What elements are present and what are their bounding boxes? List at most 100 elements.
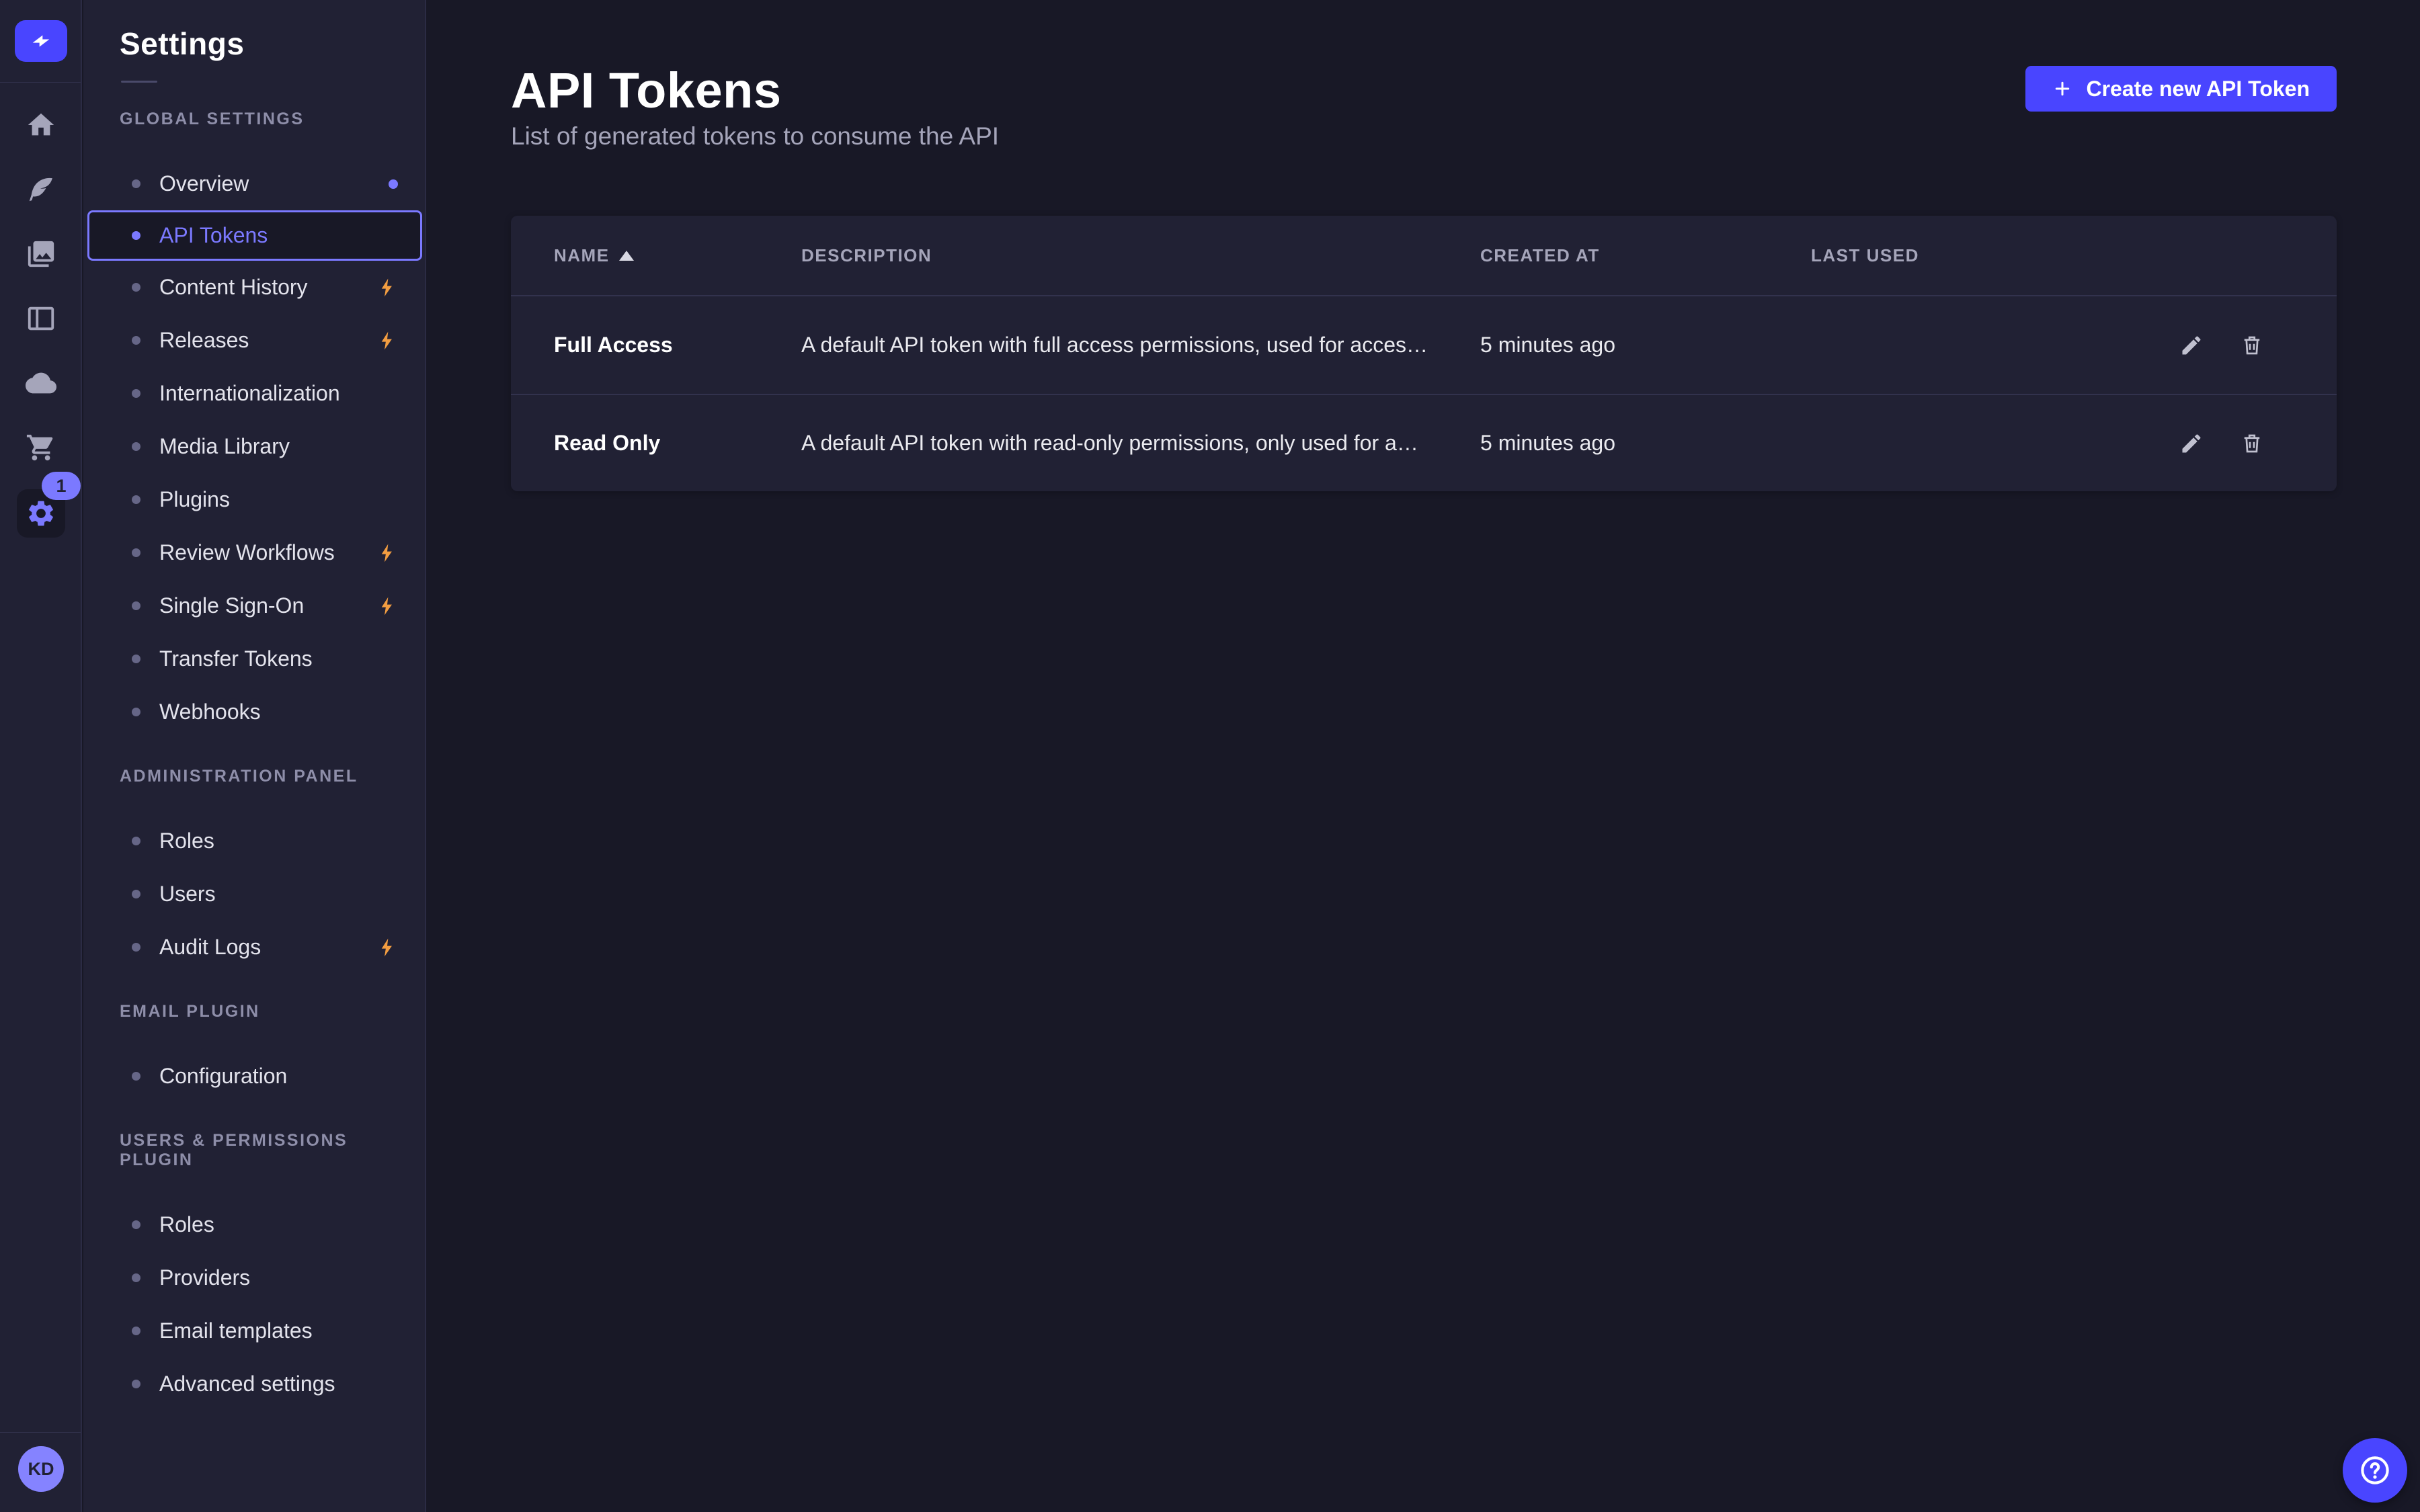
home-icon xyxy=(26,110,56,140)
bullet-icon xyxy=(132,1327,140,1335)
api-tokens-table: NAME DESCRIPTION CREATED AT LAST USED Fu… xyxy=(511,216,2337,491)
lightning-icon xyxy=(376,595,398,617)
section-users-permissions-plugin: USERS & PERMISSIONS PLUGIN xyxy=(120,1131,425,1170)
token-created-at: 5 minutes ago xyxy=(1480,333,1811,358)
user-avatar[interactable]: KD xyxy=(18,1446,64,1492)
sidebar-item-content-history[interactable]: Content History xyxy=(83,261,425,314)
delete-token-button[interactable] xyxy=(2237,331,2267,360)
sidebar-item-api-tokens[interactable]: API Tokens xyxy=(87,210,422,261)
images-icon xyxy=(26,239,56,269)
strapi-admin-app: 1 KD Settings GLOBAL SETTINGS Overview A… xyxy=(0,0,2420,1512)
bullet-icon xyxy=(132,890,140,898)
column-header-created-at: CREATED AT xyxy=(1480,245,1811,266)
table-header-row: NAME DESCRIPTION CREATED AT LAST USED xyxy=(511,216,2337,296)
sidebar-item-providers[interactable]: Providers xyxy=(83,1251,425,1304)
sidebar-title-divider xyxy=(121,81,157,83)
bullet-icon xyxy=(132,837,140,845)
bullet-icon xyxy=(132,1072,140,1081)
cloud-nav-button[interactable] xyxy=(0,351,82,415)
sidebar-item-overview[interactable]: Overview xyxy=(83,157,425,210)
rail-divider xyxy=(0,82,81,83)
marketplace-nav-button[interactable] xyxy=(0,415,82,480)
sidebar-item-label: Advanced settings xyxy=(159,1372,335,1396)
sidebar-title: Settings xyxy=(120,26,425,62)
bullet-icon xyxy=(132,495,140,504)
gear-icon xyxy=(26,498,56,529)
sidebar-item-webhooks[interactable]: Webhooks xyxy=(83,685,425,739)
bullet-icon xyxy=(132,1273,140,1282)
media-library-nav-button[interactable] xyxy=(0,222,82,286)
plus-icon xyxy=(2052,79,2072,99)
bullet-icon xyxy=(132,179,140,188)
trash-icon xyxy=(2240,431,2264,456)
rail-divider xyxy=(0,1432,81,1433)
sidebar-item-label: Configuration xyxy=(159,1064,287,1089)
help-button[interactable] xyxy=(2343,1438,2407,1503)
sidebar-item-label: Audit Logs xyxy=(159,935,261,960)
sidebar-item-label: Internationalization xyxy=(159,381,340,406)
lightning-icon xyxy=(376,277,398,298)
sidebar-item-plugins[interactable]: Plugins xyxy=(83,473,425,526)
delete-token-button[interactable] xyxy=(2237,429,2267,458)
strapi-logo[interactable] xyxy=(15,20,67,62)
content-manager-nav-button[interactable] xyxy=(0,157,82,222)
column-header-description: DESCRIPTION xyxy=(801,245,1480,266)
sidebar-item-label: Users xyxy=(159,882,216,907)
settings-nav-button[interactable]: 1 xyxy=(0,480,82,547)
sidebar-item-label: Roles xyxy=(159,829,214,853)
sidebar-item-configuration[interactable]: Configuration xyxy=(83,1050,425,1103)
row-actions xyxy=(2166,429,2267,458)
sidebar-item-roles-admin[interactable]: Roles xyxy=(83,814,425,868)
sidebar-item-email-templates[interactable]: Email templates xyxy=(83,1304,425,1357)
edit-token-button[interactable] xyxy=(2177,331,2206,360)
bullet-icon xyxy=(132,655,140,663)
row-actions xyxy=(2166,331,2267,360)
sidebar-item-advanced-settings[interactable]: Advanced settings xyxy=(83,1357,425,1411)
rail-icon-list: 1 xyxy=(0,93,82,547)
content-type-builder-nav-button[interactable] xyxy=(0,286,82,351)
sidebar-item-media-library[interactable]: Media Library xyxy=(83,420,425,473)
create-api-token-button[interactable]: Create new API Token xyxy=(2025,66,2337,112)
sidebar-item-roles-up[interactable]: Roles xyxy=(83,1198,425,1251)
feather-icon xyxy=(26,174,56,205)
token-name: Read Only xyxy=(554,431,801,456)
sidebar-item-label: Providers xyxy=(159,1265,250,1290)
sidebar-item-releases[interactable]: Releases xyxy=(83,314,425,367)
sidebar-item-label: Transfer Tokens xyxy=(159,646,313,671)
sidebar-item-review-workflows[interactable]: Review Workflows xyxy=(83,526,425,579)
token-created-at: 5 minutes ago xyxy=(1480,431,1811,456)
bullet-icon xyxy=(132,708,140,716)
edit-token-button[interactable] xyxy=(2177,429,2206,458)
bullet-icon xyxy=(132,442,140,451)
main-nav-rail: 1 KD xyxy=(0,0,82,1512)
table-row-full-access[interactable]: Full Access A default API token with ful… xyxy=(511,296,2337,394)
token-name: Full Access xyxy=(554,333,801,358)
question-mark-icon xyxy=(2357,1453,2392,1488)
page-subtitle: List of generated tokens to consume the … xyxy=(511,122,999,151)
sidebar-item-label: Releases xyxy=(159,328,249,353)
bullet-icon xyxy=(132,601,140,610)
page-title: API Tokens xyxy=(511,62,782,119)
bullet-icon xyxy=(132,336,140,345)
bullet-icon xyxy=(132,283,140,292)
home-nav-button[interactable] xyxy=(0,93,82,157)
sidebar-item-transfer-tokens[interactable]: Transfer Tokens xyxy=(83,632,425,685)
sidebar-item-internationalization[interactable]: Internationalization xyxy=(83,367,425,420)
sidebar-item-single-sign-on[interactable]: Single Sign-On xyxy=(83,579,425,632)
main-content: API Tokens List of generated tokens to c… xyxy=(428,0,2420,1512)
table-row-read-only[interactable]: Read Only A default API token with read-… xyxy=(511,394,2337,491)
bullet-icon xyxy=(132,231,140,240)
bullet-icon xyxy=(132,389,140,398)
sidebar-item-label: Webhooks xyxy=(159,700,261,724)
trash-icon xyxy=(2240,333,2264,358)
section-global-settings: GLOBAL SETTINGS xyxy=(120,110,425,129)
sidebar-item-audit-logs[interactable]: Audit Logs xyxy=(83,921,425,974)
column-header-name[interactable]: NAME xyxy=(554,245,801,266)
sidebar-item-label: Review Workflows xyxy=(159,540,335,565)
bullet-icon xyxy=(132,548,140,557)
sidebar-item-users[interactable]: Users xyxy=(83,868,425,921)
lightning-icon xyxy=(376,937,398,958)
section-email-plugin: EMAIL PLUGIN xyxy=(120,1002,425,1021)
column-header-last-used: LAST USED xyxy=(1811,245,2166,266)
shopping-cart-icon xyxy=(26,432,56,463)
